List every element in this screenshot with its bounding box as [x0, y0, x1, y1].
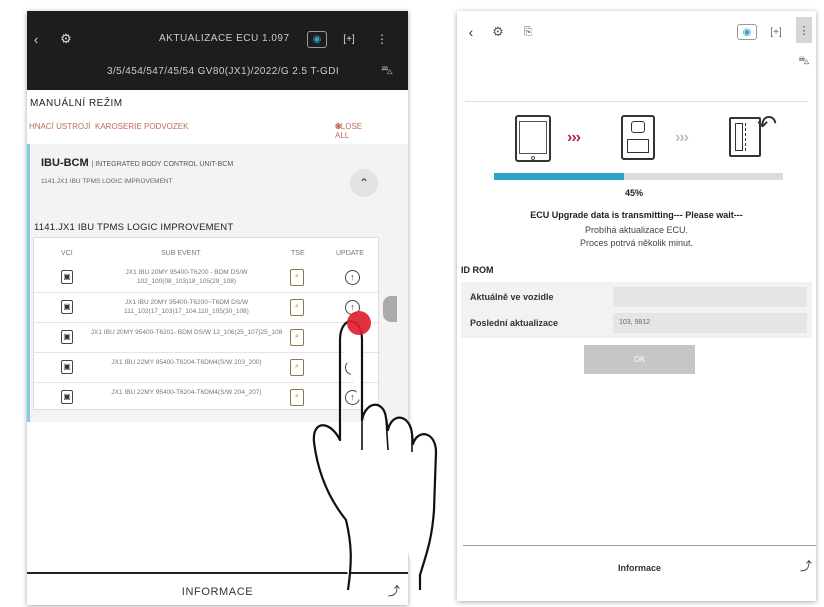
id-rom-key: Aktuálně ve vozidle	[470, 292, 554, 302]
filter-powertrain[interactable]: HNACÍ ÚSTROJÍ	[29, 122, 90, 131]
vci-device-icon	[621, 115, 655, 160]
progress-percent: 45%	[625, 188, 644, 198]
filter-chassis[interactable]: PODVOZEK	[144, 122, 188, 131]
car-icon[interactable]: ⛍	[797, 55, 811, 69]
table-row: ▣ JX1 IBU 20MY 95400-T6201- BDM DS/W 12_…	[34, 323, 380, 353]
menu-dots-icon[interactable]: ⋮	[796, 17, 812, 43]
update-icon[interactable]: ↑	[345, 270, 360, 285]
app-header: ‹ ⚙ AKTUALIZACE ECU 1.097 ◉ [+] ⋮ 3/5/45…	[27, 11, 408, 90]
close-all-label: CLOSE ALL	[335, 122, 363, 140]
transfer-arrows-active-icon: ›››	[567, 129, 581, 146]
back-arrow-icon[interactable]: ‹	[29, 32, 43, 47]
id-rom-row: Poslední aktualizace 103, 9812	[461, 311, 812, 335]
mode-title: MANUÁLNÍ REŽIM	[30, 98, 123, 109]
progress-bar	[494, 173, 783, 180]
side-scroll-handle[interactable]	[383, 296, 397, 322]
vci-icon: ▣	[61, 360, 73, 374]
vci-icon: ▣	[61, 390, 73, 404]
update-arrow-icon: ↶	[756, 110, 778, 138]
id-rom-table: Aktuálně ve vozidle Poslední aktualizace…	[461, 282, 812, 338]
col-tse: TSE	[291, 250, 305, 257]
table-row: ▣ JX1 IBU 20MY 95400-T6200 - BDM DS/W 10…	[34, 263, 380, 293]
id-rom-value	[613, 287, 807, 307]
event-table: VCI SUB EVENT TSE UPDATE ▣ JX1 IBU 20MY …	[33, 237, 380, 413]
back-arrow-icon[interactable]: ‹	[465, 24, 477, 40]
update-icon[interactable]: ↑	[345, 360, 360, 375]
ecu-name: INTEGRATED BODY CONTROL UNIT-BCM	[95, 161, 234, 168]
col-vci: VCI	[61, 250, 73, 257]
header-divider	[465, 101, 808, 102]
header-title: AKTUALIZACE ECU 1.097	[159, 33, 290, 44]
sub-event-text: JX1 IBU 20MY 95400-T6200~T6DM DS/W 111_1…	[124, 299, 249, 315]
car-icon[interactable]: ⛍	[377, 63, 397, 79]
update-icon[interactable]: ↑	[345, 300, 360, 315]
sub-event-text: JX1 IBU 20MY 95400-T6201- BDM DS/W 12_10…	[90, 329, 283, 336]
id-rom-title: ID ROM	[461, 265, 494, 275]
fullscreen-icon[interactable]: [+]	[768, 24, 784, 40]
vci-icon: ▣	[61, 270, 73, 284]
ecu-section: IBU-BCM | INTEGRATED BODY CONTROL UNIT-B…	[27, 144, 408, 422]
vci-connect-icon[interactable]: ⚙	[57, 30, 75, 48]
progress-fill	[494, 173, 625, 180]
camera-icon[interactable]: ◉	[737, 24, 757, 40]
footer-bar: INFORMACE ⤴	[27, 572, 408, 605]
footer-label[interactable]: INFORMACE	[27, 586, 408, 598]
status-message-cz-1: Probíhá aktualizace ECU.	[584, 225, 689, 235]
footer-label[interactable]: Informace	[463, 563, 816, 573]
status-message-cz-2: Proces potrvá několik minut.	[579, 238, 694, 248]
ecu-title: IBU-BCM | INTEGRATED BODY CONTROL UNIT-B…	[41, 157, 234, 169]
left-screen: ‹ ⚙ AKTUALIZACE ECU 1.097 ◉ [+] ⋮ 3/5/45…	[27, 11, 408, 605]
tse-document-icon[interactable]: ⌕	[290, 299, 304, 316]
filter-body[interactable]: KAROSERIE	[95, 122, 142, 131]
tse-document-icon[interactable]: ⌕	[290, 389, 304, 406]
right-screen: ‹ ⚙ ⎘ ◉ [+] ⋮ ⛍ ››› ››› ↶ 45% ECU Upgrad…	[457, 11, 816, 601]
chevron-up-icon: ⌃	[358, 176, 370, 190]
tse-document-icon[interactable]: ⌕	[290, 329, 304, 346]
col-sub-event: SUB EVENT	[161, 250, 201, 257]
id-rom-value: 103, 9812	[613, 313, 807, 333]
col-update: UPDATE	[336, 250, 364, 257]
fullscreen-icon[interactable]: [+]	[341, 31, 357, 47]
vehicle-info: 3/5/454/547/45/54 GV80(JX1)/2022/G 2.5 T…	[107, 66, 339, 77]
update-icon[interactable]: ↑	[345, 390, 360, 405]
document-transfer-icon[interactable]: ⎘	[520, 24, 536, 40]
table-row: ▣ JX1 IBU 22MY 95400-T6204-T6DM4(S/W 204…	[34, 383, 380, 413]
vci-icon: ▣	[61, 330, 73, 344]
table-row: ▣ JX1 IBU 22MY 95400-T6204-T6DM4(S/W 203…	[34, 353, 380, 383]
exit-icon[interactable]: ⤴	[388, 582, 400, 599]
status-message: ECU Upgrade data is transmitting--- Plea…	[530, 210, 743, 220]
top-toolbar: ‹ ⚙ ⎘ ◉ [+] ⋮ ⛍	[457, 11, 816, 91]
ecu-subname: 1141.JX1 IBU TPMS LOGIC IMPROVEMENT	[41, 178, 173, 185]
sub-event-text: JX1 IBU 22MY 95400-T6204-T6DM4(S/W 203_2…	[111, 359, 262, 366]
ecu-code: IBU-BCM	[41, 157, 89, 169]
id-rom-row: Aktuálně ve vozidle	[461, 285, 812, 309]
footer-bar: Informace ⤴	[463, 545, 816, 601]
transfer-arrows-pending-icon: ›››	[675, 129, 689, 146]
tse-document-icon[interactable]: ⌕	[290, 269, 304, 286]
id-rom-key: Poslední aktualizace	[470, 318, 559, 328]
camera-icon[interactable]: ◉	[307, 31, 327, 48]
collapse-button[interactable]: ⌃	[350, 169, 378, 197]
vci-connect-icon[interactable]: ⚙	[489, 23, 507, 41]
exit-icon[interactable]: ⤴	[800, 557, 812, 574]
table-row: ▣ JX1 IBU 20MY 95400-T6200~T6DM DS/W 111…	[34, 293, 380, 323]
tse-document-icon[interactable]: ⌕	[290, 359, 304, 376]
sub-event-text: JX1 IBU 22MY 95400-T6204-T6DM4(S/W 204_2…	[111, 389, 262, 396]
ok-button[interactable]: OK	[584, 345, 695, 374]
vci-icon: ▣	[61, 300, 73, 314]
tablet-icon	[515, 115, 551, 162]
filter-tabs: HNACÍ ÚSTROJÍ KAROSERIE PODVOZEK ✱ CLOSE…	[27, 122, 408, 142]
sub-event-text: JX1 IBU 20MY 95400-T6200 - BDM DS/W 102_…	[125, 269, 248, 285]
menu-dots-icon[interactable]: ⋮	[376, 30, 388, 48]
event-title: 1141.JX1 IBU TPMS LOGIC IMPROVEMENT	[34, 222, 234, 233]
update-icon[interactable]: ↑	[345, 330, 360, 345]
